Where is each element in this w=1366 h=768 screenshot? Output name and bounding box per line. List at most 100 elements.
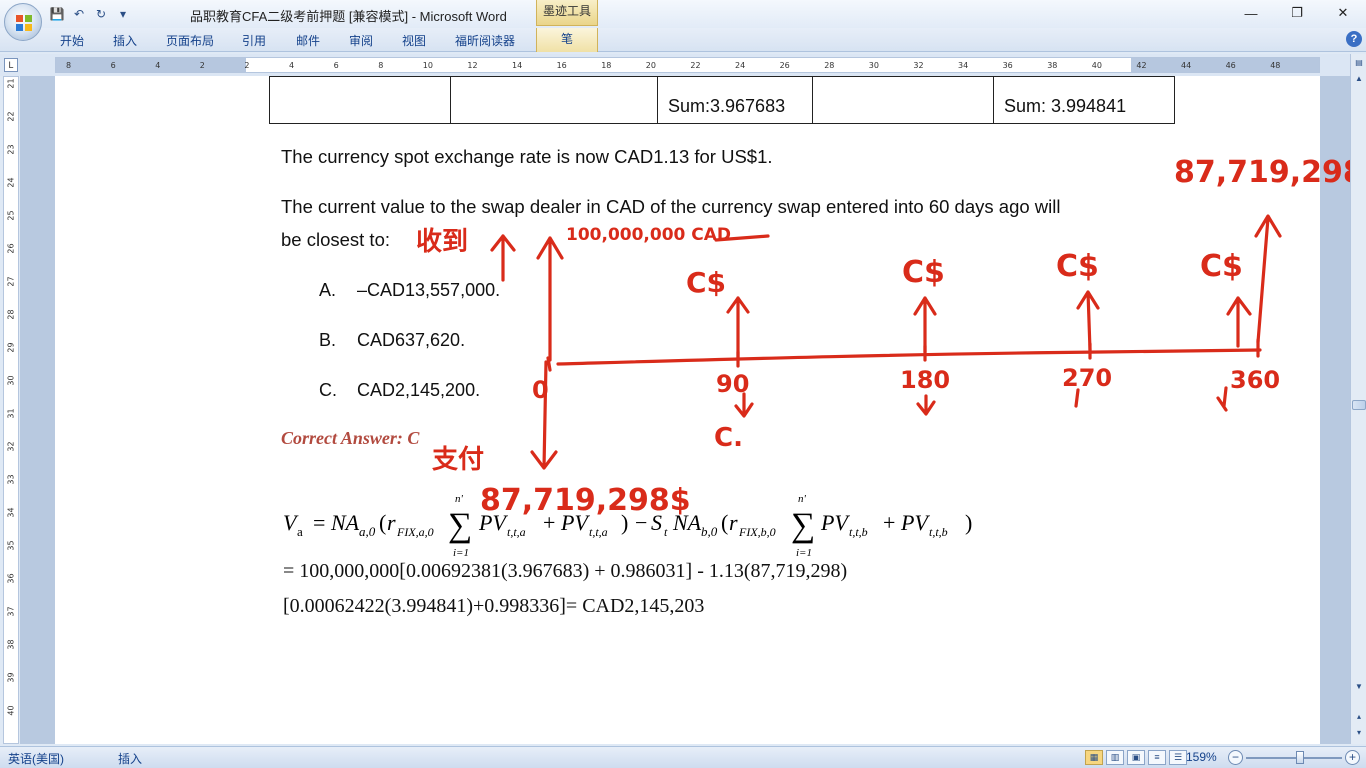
tab-foxit-reader[interactable]: 福昕阅读器 <box>455 32 515 49</box>
ruler-tick-label: 12 <box>467 61 478 70</box>
option-c-letter: C. <box>319 380 337 400</box>
vertical-ruler[interactable]: 21 22 23 24 25 26 27 28 29 30 31 32 33 34 35 36 37 38 39 40 <box>3 76 19 744</box>
zoom-out-button[interactable]: − <box>1228 750 1243 765</box>
calculation-line-1: = 100,000,000[0.00692381(3.967683) + 0.9… <box>283 560 848 582</box>
horizontal-ruler[interactable]: 8 6 4 2 2 4 6 8 10 12 14 16 18 20 22 24 26 28 30 32 34 36 38 40… <box>55 57 1320 73</box>
tab-page-layout[interactable]: 页面布局 <box>166 32 214 49</box>
svg-text:): ) <box>621 510 628 535</box>
ruler-tick-label: 27 <box>6 276 16 287</box>
table-cell: Sum:3.967683 <box>657 76 813 124</box>
zoom-slider-track[interactable] <box>1246 757 1342 759</box>
svg-text:t,t,a: t,t,a <box>507 525 526 539</box>
outline-view-icon[interactable]: ≡ <box>1148 750 1166 765</box>
svg-text:PV: PV <box>560 510 590 535</box>
ruler-tick-label: 2 <box>244 61 250 70</box>
tab-selector[interactable]: L <box>4 58 18 72</box>
tab-insert[interactable]: 插入 <box>113 32 137 49</box>
table-cell <box>812 76 994 124</box>
question-line-2: be closest to: <box>281 229 391 250</box>
ruler-tick-label: 39 <box>6 672 16 683</box>
ruler-tick-label: 34 <box>958 61 969 70</box>
title-bar: 💾 ↶ ↻ ▾ 品职教育CFA二级考前押题 [兼容模式] - Microsoft… <box>0 0 1366 28</box>
svg-text:FIX,a,0: FIX,a,0 <box>396 525 434 539</box>
tab-home[interactable]: 开始 <box>60 32 84 49</box>
scroll-down-arrow-icon[interactable]: ▼ <box>1352 680 1366 694</box>
insert-mode-indicator[interactable]: 插入 <box>118 750 142 767</box>
ruler-tick-label: 16 <box>556 61 567 70</box>
ruler-tick-label: 22 <box>6 111 16 122</box>
ruler-tick-label: 35 <box>6 540 16 551</box>
scroll-thumb[interactable] <box>1352 400 1366 410</box>
tab-mailings[interactable]: 邮件 <box>296 32 320 49</box>
next-page-icon[interactable]: ▾ <box>1352 726 1366 740</box>
restore-button[interactable]: ❐ <box>1274 0 1320 26</box>
svg-text:i=1: i=1 <box>453 547 469 559</box>
correct-answer: Correct Answer: C <box>281 428 420 448</box>
full-screen-reading-icon[interactable]: ▥ <box>1106 750 1124 765</box>
table-cell <box>450 76 658 124</box>
ruler-tick-label: 8 <box>378 61 384 70</box>
vertical-scrollbar[interactable]: ▤ ▲ ▼ ▴ ▾ <box>1350 54 1366 744</box>
svg-text:a: a <box>297 524 303 539</box>
office-logo-icon <box>16 15 32 31</box>
ruler-tick-label: 14 <box>512 61 523 70</box>
draft-view-icon[interactable]: ☰ <box>1169 750 1187 765</box>
ruler-toggle-icon[interactable]: ▤ <box>1352 56 1366 70</box>
zoom-slider-thumb[interactable] <box>1296 751 1304 764</box>
office-button[interactable] <box>4 3 42 41</box>
scroll-up-arrow-icon[interactable]: ▲ <box>1352 72 1366 86</box>
question-line-1: The current value to the swap dealer in … <box>281 196 1061 217</box>
zoom-in-button[interactable]: + <box>1345 750 1360 765</box>
ruler-tick-label: 24 <box>6 177 16 188</box>
minimize-button[interactable]: — <box>1228 0 1274 26</box>
document-page[interactable]: Sum:3.967683 Sum: 3.994841 The currency … <box>55 76 1320 744</box>
svg-text:a,0: a,0 <box>359 524 376 539</box>
ruler-tick-label: 25 <box>6 210 16 221</box>
undo-icon[interactable]: ↶ <box>70 5 88 23</box>
tab-review[interactable]: 审阅 <box>349 32 373 49</box>
customize-qat-icon[interactable]: ▾ <box>114 5 132 23</box>
svg-text:r: r <box>729 510 738 535</box>
svg-text:∑: ∑ <box>791 507 815 544</box>
previous-page-icon[interactable]: ▴ <box>1352 710 1366 724</box>
svg-text:∑: ∑ <box>448 507 472 544</box>
pv-table: Sum:3.967683 Sum: 3.994841 <box>269 76 1175 124</box>
ruler-tick-label: 10 <box>422 61 433 70</box>
ruler-tick-label: 44 <box>1181 61 1192 70</box>
tab-view[interactable]: 视图 <box>402 32 426 49</box>
quick-access-toolbar: 💾 ↶ ↻ ▾ <box>48 4 132 24</box>
svg-text:): ) <box>965 510 972 535</box>
ruler-tick-label: 21 <box>6 78 16 89</box>
svg-text:t: t <box>664 525 668 539</box>
ruler-tick-label: 46 <box>1225 61 1236 70</box>
ruler-tick-label: 28 <box>824 61 835 70</box>
option-a-text: –CAD13,557,000. <box>357 280 501 300</box>
language-indicator[interactable]: 英语(美国) <box>8 750 64 767</box>
help-icon[interactable]: ? <box>1346 31 1362 47</box>
ruler-tick-label: 33 <box>6 474 16 485</box>
svg-text:t,t,a: t,t,a <box>589 525 608 539</box>
ruler-tick-label: 38 <box>6 639 16 650</box>
print-layout-icon[interactable]: ▦ <box>1085 750 1103 765</box>
ruler-tick-label: 26 <box>779 61 790 70</box>
ruler-tick-label: 34 <box>6 507 16 518</box>
redo-icon[interactable]: ↻ <box>92 5 110 23</box>
ruler-tick-label: 36 <box>1002 61 1013 70</box>
ruler-tick-label: 42 <box>1136 61 1147 70</box>
spot-rate-paragraph: The currency spot exchange rate is now C… <box>281 146 773 167</box>
table-cell: Sum: 3.994841 <box>993 76 1175 124</box>
svg-text:r: r <box>387 510 396 535</box>
tab-pen[interactable]: 笔 <box>536 28 598 52</box>
option-c-text: CAD2,145,200. <box>357 380 481 400</box>
web-layout-icon[interactable]: ▣ <box>1127 750 1145 765</box>
ruler-tick-label: 24 <box>735 61 746 70</box>
valuation-formula: V a = NA a,0 ( r FIX,a,0 n' ∑ i=1 PV t,t… <box>281 486 1021 566</box>
close-button[interactable]: ✕ <box>1320 0 1366 26</box>
svg-text:PV: PV <box>478 510 508 535</box>
zoom-level[interactable]: 159% <box>1186 750 1217 764</box>
ruler-tick-label: 32 <box>6 441 16 452</box>
svg-text:i=1: i=1 <box>796 547 812 559</box>
svg-text:b,0: b,0 <box>701 524 718 539</box>
tab-references[interactable]: 引用 <box>242 32 266 49</box>
save-icon[interactable]: 💾 <box>48 5 66 23</box>
